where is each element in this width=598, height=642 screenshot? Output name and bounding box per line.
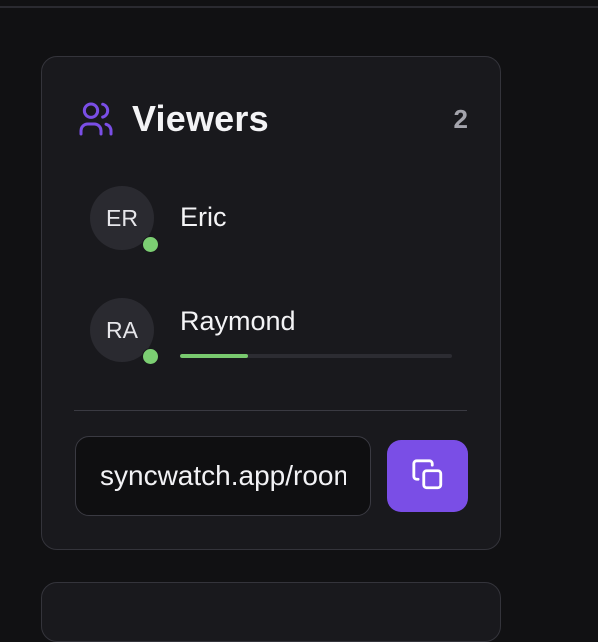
copy-icon: [411, 458, 445, 495]
viewer-count: 2: [453, 103, 468, 134]
viewer-name: Raymond: [180, 306, 296, 336]
online-status-dot: [142, 236, 159, 253]
top-divider: [0, 6, 598, 8]
viewers-card: Viewers 2 ER Eric RA Raymond: [41, 56, 501, 550]
copy-link-button[interactable]: [387, 440, 468, 512]
viewer-name: Eric: [180, 202, 227, 232]
watch-progress-bar: [180, 354, 452, 358]
viewers-title: Viewers: [132, 98, 269, 139]
users-icon: [76, 99, 116, 139]
online-status-dot: [142, 348, 159, 365]
share-link-input[interactable]: [75, 436, 371, 516]
next-panel-card: [41, 582, 501, 642]
viewers-header: Viewers 2: [76, 97, 468, 141]
divider: [74, 410, 467, 411]
viewer-item-eric: ER Eric: [90, 186, 470, 253]
viewer-item-raymond: RA Raymond: [90, 298, 470, 365]
watch-progress-fill: [180, 354, 248, 358]
